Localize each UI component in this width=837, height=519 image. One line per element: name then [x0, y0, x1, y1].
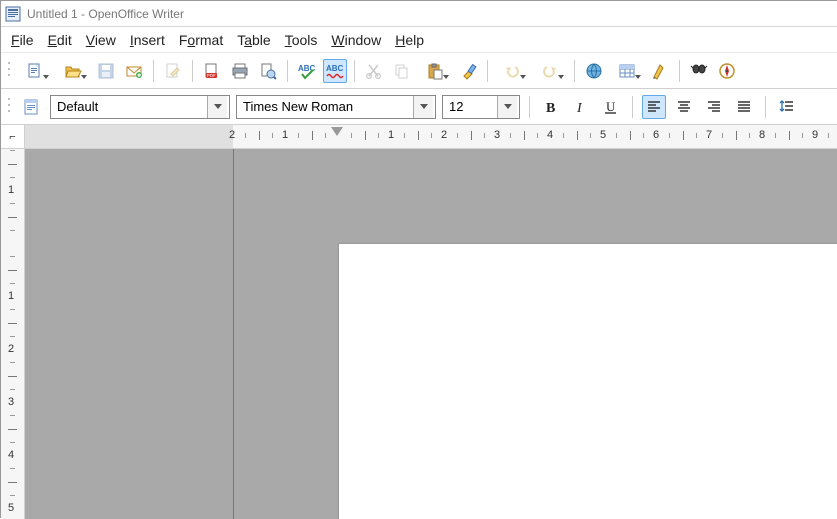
document-page[interactable]: [338, 243, 837, 519]
dropdown-button[interactable]: [497, 96, 517, 118]
vertical-ruler[interactable]: 12345612: [1, 149, 25, 519]
menu-edit[interactable]: Edit: [48, 32, 72, 48]
titlebar: Untitled 1 - OpenOffice Writer: [1, 1, 837, 27]
dropdown-button[interactable]: [413, 96, 433, 118]
align-right-button[interactable]: [702, 95, 726, 119]
svg-text:U: U: [606, 99, 616, 114]
undo-button[interactable]: [495, 59, 529, 83]
show-draw-functions-button[interactable]: [648, 59, 672, 83]
font-size-combo[interactable]: [442, 95, 520, 119]
menubar: File Edit View Insert Format Table Tools…: [1, 27, 837, 53]
horizontal-ruler[interactable]: 1234567891012: [25, 125, 837, 148]
menu-tools[interactable]: Tools: [285, 32, 318, 48]
separator: [632, 96, 633, 118]
app-icon: [5, 6, 21, 22]
menu-view[interactable]: View: [86, 32, 116, 48]
ruler-corner: ⌐: [1, 125, 25, 148]
formatting-toolbar: B I U: [1, 89, 837, 125]
paragraph-style-input[interactable]: [51, 96, 207, 118]
work-area: 12345612: [1, 149, 837, 519]
window-title: Untitled 1 - OpenOffice Writer: [27, 7, 184, 21]
menu-window[interactable]: Window: [331, 32, 381, 48]
table-button[interactable]: [610, 59, 644, 83]
bold-button[interactable]: B: [539, 95, 563, 119]
underline-button[interactable]: U: [599, 95, 623, 119]
separator: [765, 96, 766, 118]
document-canvas[interactable]: [25, 149, 837, 519]
format-paintbrush-button[interactable]: [456, 59, 480, 83]
svg-text:I: I: [576, 101, 583, 116]
menu-help[interactable]: Help: [395, 32, 424, 48]
standard-toolbar: PDF ABC ABC: [1, 53, 837, 89]
save-button[interactable]: [94, 59, 118, 83]
hyperlink-button[interactable]: [582, 59, 606, 83]
menu-table[interactable]: Table: [237, 32, 270, 48]
find-button[interactable]: [687, 59, 711, 83]
spellcheck-button[interactable]: ABC: [295, 59, 319, 83]
ruler-row: ⌐ 1234567891012: [1, 125, 837, 149]
mail-button[interactable]: [122, 59, 146, 83]
font-size-input[interactable]: [443, 96, 497, 118]
new-button[interactable]: [18, 59, 52, 83]
svg-text:ABC: ABC: [298, 64, 316, 73]
align-left-button[interactable]: [642, 95, 666, 119]
toolbar-grip[interactable]: [7, 95, 12, 119]
indent-marker-icon[interactable]: [331, 127, 343, 136]
styles-window-button[interactable]: [20, 95, 44, 119]
navigator-button[interactable]: [715, 59, 739, 83]
copy-button[interactable]: [390, 59, 414, 83]
separator: [354, 60, 355, 82]
separator: [529, 96, 530, 118]
print-preview-button[interactable]: [256, 59, 280, 83]
separator: [574, 60, 575, 82]
line-spacing-button[interactable]: [775, 95, 799, 119]
cut-button[interactable]: [362, 59, 386, 83]
auto-spellcheck-button[interactable]: ABC: [323, 59, 347, 83]
dropdown-button[interactable]: [207, 96, 227, 118]
toolbar-grip[interactable]: [7, 59, 12, 83]
print-button[interactable]: [228, 59, 252, 83]
redo-button[interactable]: [533, 59, 567, 83]
export-pdf-button[interactable]: PDF: [200, 59, 224, 83]
menu-format[interactable]: Format: [179, 32, 223, 48]
separator: [487, 60, 488, 82]
font-name-combo[interactable]: [236, 95, 436, 119]
align-justify-button[interactable]: [732, 95, 756, 119]
italic-button[interactable]: I: [569, 95, 593, 119]
svg-text:B: B: [546, 101, 555, 116]
open-button[interactable]: [56, 59, 90, 83]
svg-text:ABC: ABC: [326, 64, 344, 73]
svg-text:PDF: PDF: [207, 73, 216, 78]
menu-file[interactable]: File: [11, 32, 34, 48]
font-name-input[interactable]: [237, 96, 413, 118]
margin-guide: [233, 149, 234, 519]
menu-insert[interactable]: Insert: [130, 32, 165, 48]
edit-file-button[interactable]: [161, 59, 185, 83]
paragraph-style-combo[interactable]: [50, 95, 230, 119]
separator: [153, 60, 154, 82]
separator: [287, 60, 288, 82]
separator: [192, 60, 193, 82]
separator: [679, 60, 680, 82]
paste-button[interactable]: [418, 59, 452, 83]
align-center-button[interactable]: [672, 95, 696, 119]
